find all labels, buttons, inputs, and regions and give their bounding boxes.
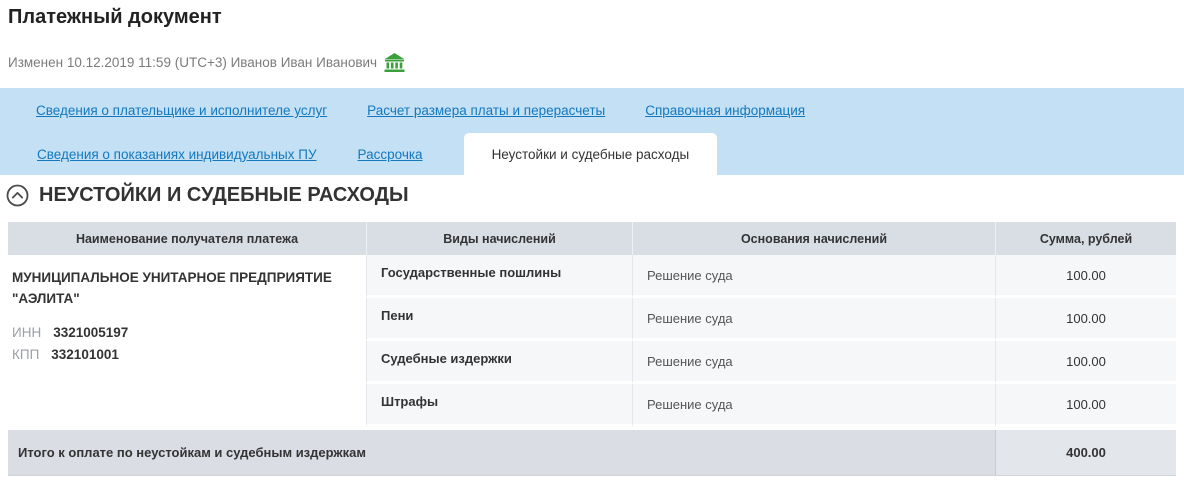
charge-type-cell: Штрафы xyxy=(366,384,632,427)
table-body: МУНИЦИПАЛЬНОЕ УНИТАРНОЕ ПРЕДПРИЯТИЕ "АЭЛ… xyxy=(8,255,1176,427)
section-title: НЕУСТОЙКИ И СУДЕБНЫЕ РАСХОДЫ xyxy=(39,184,409,207)
sum-cell: 100.00 xyxy=(995,255,1176,298)
header-recipient: Наименование получателя платежа xyxy=(8,222,366,255)
tab-active-penalties[interactable]: Неустойки и судебные расходы xyxy=(464,133,718,175)
kpp-value: 332101001 xyxy=(51,347,119,362)
bank-icon xyxy=(384,53,405,72)
recipient-requisites: ИНН 3321005197 КПП 332101001 xyxy=(12,325,352,362)
page-title: Платежный документ xyxy=(8,6,222,29)
tabbar: Сведения о плательщике и исполнителе усл… xyxy=(0,88,1184,175)
total-row: Итого к оплате по неустойкам и судебным … xyxy=(8,430,1176,475)
table-header-row: Наименование получателя платежа Виды нач… xyxy=(8,222,1176,255)
charge-basis-cell: Решение суда xyxy=(632,255,995,298)
charge-basis-cell: Решение суда xyxy=(632,298,995,341)
recipient-name: МУНИЦИПАЛЬНОЕ УНИТАРНОЕ ПРЕДПРИЯТИЕ "АЭЛ… xyxy=(12,268,352,310)
tab-link-reference-info[interactable]: Справочная информация xyxy=(645,103,805,118)
tabbar-row-1: Сведения о плательщике и исполнителе усл… xyxy=(0,88,1184,133)
tab-link-installment[interactable]: Рассрочка xyxy=(358,147,423,162)
charge-type-cell: Государственные пошлины xyxy=(366,255,632,298)
charge-basis-cell: Решение суда xyxy=(632,341,995,384)
inn-value: 3321005197 xyxy=(53,325,128,340)
total-label: Итого к оплате по неустойкам и судебным … xyxy=(8,430,995,475)
sum-cell: 100.00 xyxy=(995,384,1176,427)
chevron-up-circle-icon[interactable] xyxy=(6,184,29,207)
charge-type-cell: Судебные издержки xyxy=(366,341,632,384)
modified-text: Изменен 10.12.2019 11:59 (UTC+3) Иванов … xyxy=(8,55,377,70)
tabbar-row-2: Сведения о показаниях индивидуальных ПУ … xyxy=(0,133,1184,175)
tab-link-meter-readings[interactable]: Сведения о показаниях индивидуальных ПУ xyxy=(37,147,317,162)
kpp-label: КПП xyxy=(12,347,39,362)
tab-link-payment-calc[interactable]: Расчет размера платы и перерасчеты xyxy=(367,103,605,118)
sum-cell: 100.00 xyxy=(995,341,1176,384)
modified-info: Изменен 10.12.2019 11:59 (UTC+3) Иванов … xyxy=(8,53,405,72)
charge-basis-cell: Решение суда xyxy=(632,384,995,427)
recipient-cell: МУНИЦИПАЛЬНОЕ УНИТАРНОЕ ПРЕДПРИЯТИЕ "АЭЛ… xyxy=(8,255,366,427)
header-charge-basis: Основания начислений xyxy=(632,222,995,255)
total-sum: 400.00 xyxy=(995,430,1176,475)
header-charge-type: Виды начислений xyxy=(366,222,632,255)
section-header: НЕУСТОЙКИ И СУДЕБНЫЕ РАСХОДЫ xyxy=(6,181,409,209)
tab-link-payer-info[interactable]: Сведения о плательщике и исполнителе усл… xyxy=(36,103,327,118)
charge-type-cell: Пени xyxy=(366,298,632,341)
header-sum: Сумма, рублей xyxy=(995,222,1176,255)
inn-label: ИНН xyxy=(12,325,41,340)
sum-cell: 100.00 xyxy=(995,298,1176,341)
penalties-table: Наименование получателя платежа Виды нач… xyxy=(8,222,1176,476)
